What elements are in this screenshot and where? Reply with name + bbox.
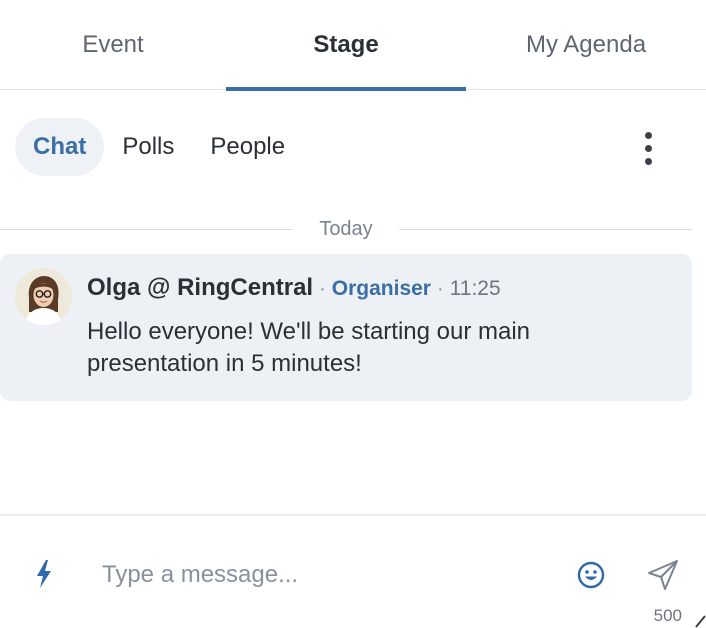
tab-my-agenda[interactable]: My Agenda	[466, 0, 706, 90]
day-separator: Today	[0, 214, 692, 244]
message-text: Hello everyone! We'll be starting our ma…	[87, 318, 531, 377]
send-button[interactable]	[646, 558, 680, 592]
resize-handle-icon[interactable]	[694, 614, 706, 628]
vertical-ellipsis-icon	[644, 131, 652, 139]
more-options-button[interactable]	[630, 128, 666, 168]
divider	[0, 228, 294, 230]
separator-dot: ·	[436, 278, 444, 300]
message-input[interactable]	[88, 554, 558, 596]
user-avatar-icon	[15, 268, 72, 325]
chat-message: Olga @ RingCentral · Organiser · 11:25 H…	[0, 254, 692, 401]
divider	[398, 228, 692, 230]
avatar[interactable]	[15, 268, 72, 325]
smiley-face-icon[interactable]	[576, 560, 606, 590]
separator-dot: ·	[319, 278, 326, 300]
tab-event[interactable]: Event	[0, 0, 226, 90]
tab-polls[interactable]: Polls	[104, 118, 192, 176]
sub-tab-bar: Chat Polls People	[15, 118, 303, 176]
top-tab-bar: Event Stage My Agenda	[0, 0, 706, 91]
message-header: Olga @ RingCentral · Organiser · 11:25	[87, 274, 501, 302]
message-timestamp: 11:25	[449, 277, 501, 300]
tab-people[interactable]: People	[192, 118, 303, 176]
send-paper-plane-icon	[648, 560, 678, 590]
role-badge: Organiser	[331, 277, 431, 300]
day-separator-label: Today	[319, 217, 373, 240]
message-composer: 500	[0, 514, 706, 628]
message-author[interactable]: Olga @ RingCentral	[87, 274, 313, 302]
character-counter: 500	[653, 606, 682, 625]
lightning-bolt-icon[interactable]	[30, 558, 58, 590]
tab-chat[interactable]: Chat	[15, 118, 105, 176]
tab-stage[interactable]: Stage	[226, 0, 466, 91]
